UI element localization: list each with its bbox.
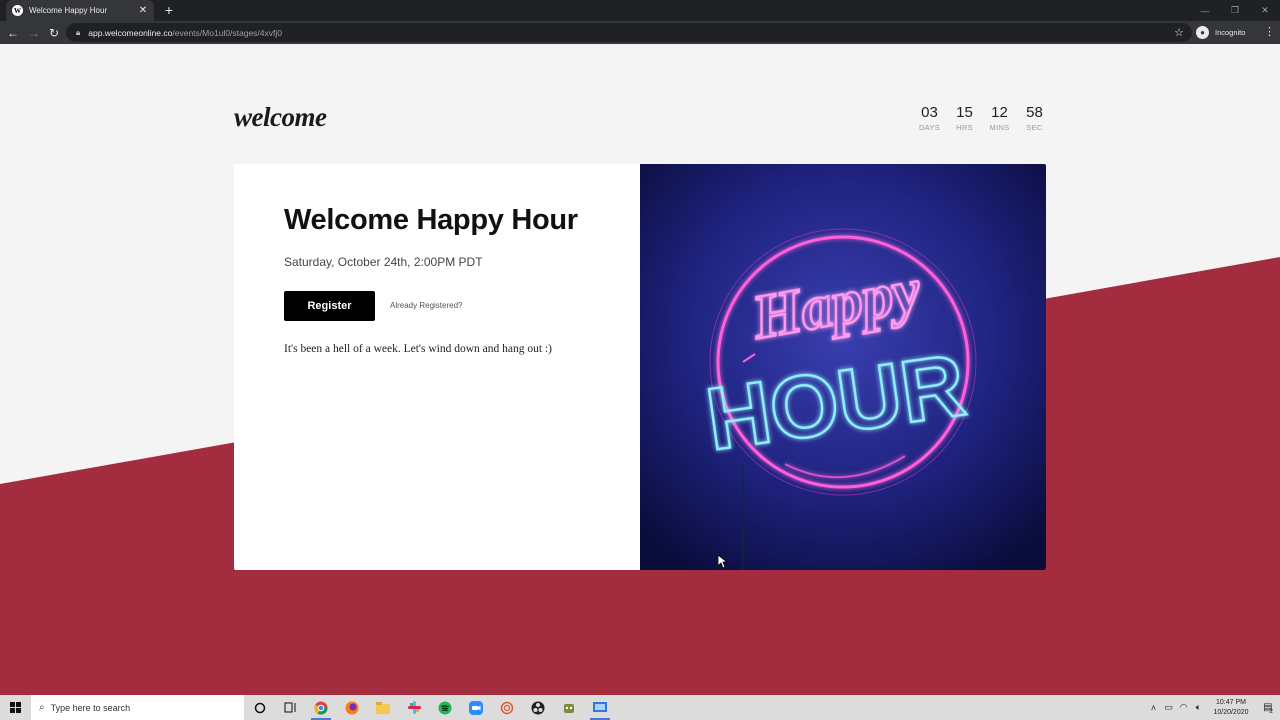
browser-tab-bar: W Welcome Happy Hour ✕ + — ❐ ✕ <box>0 0 1280 21</box>
incognito-icon: ● <box>1196 26 1209 39</box>
lock-icon: 🔒︎ <box>76 27 81 37</box>
event-card: Welcome Happy Hour Saturday, October 24t… <box>234 164 1046 570</box>
url-host: app.welcomeonline.co <box>88 27 173 38</box>
event-description: It's been a hell of a week. Let's wind d… <box>284 343 552 355</box>
welcome-logo[interactable]: welcome <box>234 102 327 133</box>
system-tray: ˄ ▭ ◠ 🔈︎ 10:47 PM 10/20/2020 ▤ 2 <box>1146 695 1280 720</box>
site-favicon-icon: W <box>12 5 23 16</box>
cortana-icon[interactable] <box>246 695 274 720</box>
clock-date: 10/20/2020 <box>1213 708 1249 716</box>
event-date: Saturday, October 24th, 2:00PM PDT <box>284 255 483 269</box>
mouse-cursor-icon <box>718 555 728 569</box>
event-details: Welcome Happy Hour Saturday, October 24t… <box>234 164 640 570</box>
happy-hour-neon-image: Happy HOUR <box>640 164 1046 570</box>
taskbar-search-box[interactable]: ⌕ Type here to search <box>31 695 244 720</box>
restore-icon[interactable]: ❐ <box>1220 0 1250 21</box>
app-swirl-icon[interactable] <box>493 695 521 720</box>
already-registered-link[interactable]: Already Registered? <box>390 301 462 310</box>
notification-count: 2 <box>1269 708 1273 715</box>
countdown-label: SEC <box>1026 123 1043 132</box>
clock-time: 10:47 PM <box>1216 698 1246 706</box>
file-explorer-icon[interactable] <box>369 695 397 720</box>
notification-center[interactable]: ▤ 2 <box>1256 695 1280 720</box>
slack-icon[interactable] <box>400 695 428 720</box>
incognito-profile[interactable]: ● Incognito <box>1196 24 1245 41</box>
bookmark-star-icon[interactable]: ☆ <box>1174 26 1184 39</box>
forward-icon[interactable]: → <box>26 25 42 41</box>
event-cover-image: Happy HOUR <box>640 164 1046 570</box>
spotify-icon[interactable] <box>431 695 459 720</box>
chrome-icon[interactable] <box>307 695 335 720</box>
countdown-label: DAYS <box>918 123 941 132</box>
address-bar[interactable]: 🔒︎ app.welcomeonline.co/events/Mo1ul0/st… <box>66 23 1192 42</box>
tab-title: Welcome Happy Hour <box>29 6 108 15</box>
incognito-label: Incognito <box>1215 28 1246 37</box>
countdown-value: 15 <box>956 104 973 121</box>
event-title: Welcome Happy Hour <box>284 204 578 236</box>
battery-icon[interactable]: ▭ <box>1161 702 1176 713</box>
countdown-label: MINS <box>989 123 1010 132</box>
countdown-hours: 15 HRS <box>947 104 982 132</box>
system-clock[interactable]: 10:47 PM 10/20/2020 <box>1206 698 1256 718</box>
browser-tab[interactable]: W Welcome Happy Hour ✕ <box>6 0 154 21</box>
back-icon[interactable]: ← <box>5 25 21 41</box>
close-tab-icon[interactable]: ✕ <box>138 5 148 16</box>
search-icon: ⌕ <box>39 702 45 713</box>
window-controls: — ❐ ✕ <box>1190 0 1280 21</box>
app-character-icon[interactable] <box>555 695 583 720</box>
register-button[interactable]: Register <box>284 291 375 321</box>
volume-icon[interactable]: 🔈︎ <box>1191 702 1206 713</box>
countdown-value: 58 <box>1026 104 1043 121</box>
countdown-value: 03 <box>921 104 938 121</box>
minimize-icon[interactable]: — <box>1190 0 1220 21</box>
countdown-label: HRS <box>956 123 973 132</box>
chevron-up-icon[interactable]: ˄ <box>1146 703 1161 713</box>
url-path: /events/Mo1ul0/stages/4xvfj0 <box>172 27 282 38</box>
windows-taskbar: ⌕ Type here to search ˄ ▭ ◠ 🔈︎ 10:47 PM … <box>0 695 1280 720</box>
wifi-icon[interactable]: ◠ <box>1176 702 1191 713</box>
countdown-timer: 03 DAYS 15 HRS 12 MINS 58 SEC <box>912 104 1052 132</box>
countdown-days: 03 DAYS <box>912 104 947 132</box>
search-placeholder: Type here to search <box>50 702 131 713</box>
web-page: welcome 03 DAYS 15 HRS 12 MINS 58 SEC We… <box>0 44 1280 695</box>
countdown-minutes: 12 MINS <box>982 104 1017 132</box>
browser-menu-icon[interactable]: ⋮ <box>1264 25 1275 39</box>
windows-start-icon[interactable] <box>0 695 30 720</box>
remote-desktop-icon[interactable] <box>586 695 614 720</box>
firefox-icon[interactable] <box>338 695 366 720</box>
zoom-icon[interactable] <box>462 695 490 720</box>
countdown-value: 12 <box>991 104 1008 121</box>
countdown-seconds: 58 SEC <box>1017 104 1052 132</box>
obs-icon[interactable] <box>524 695 552 720</box>
close-window-icon[interactable]: ✕ <box>1250 0 1280 21</box>
task-view-icon[interactable] <box>276 695 304 720</box>
new-tab-button[interactable]: + <box>161 2 177 18</box>
reload-icon[interactable]: ↻ <box>46 25 62 41</box>
browser-toolbar: ← → ↻ 🔒︎ app.welcomeonline.co/events/Mo1… <box>0 21 1280 44</box>
